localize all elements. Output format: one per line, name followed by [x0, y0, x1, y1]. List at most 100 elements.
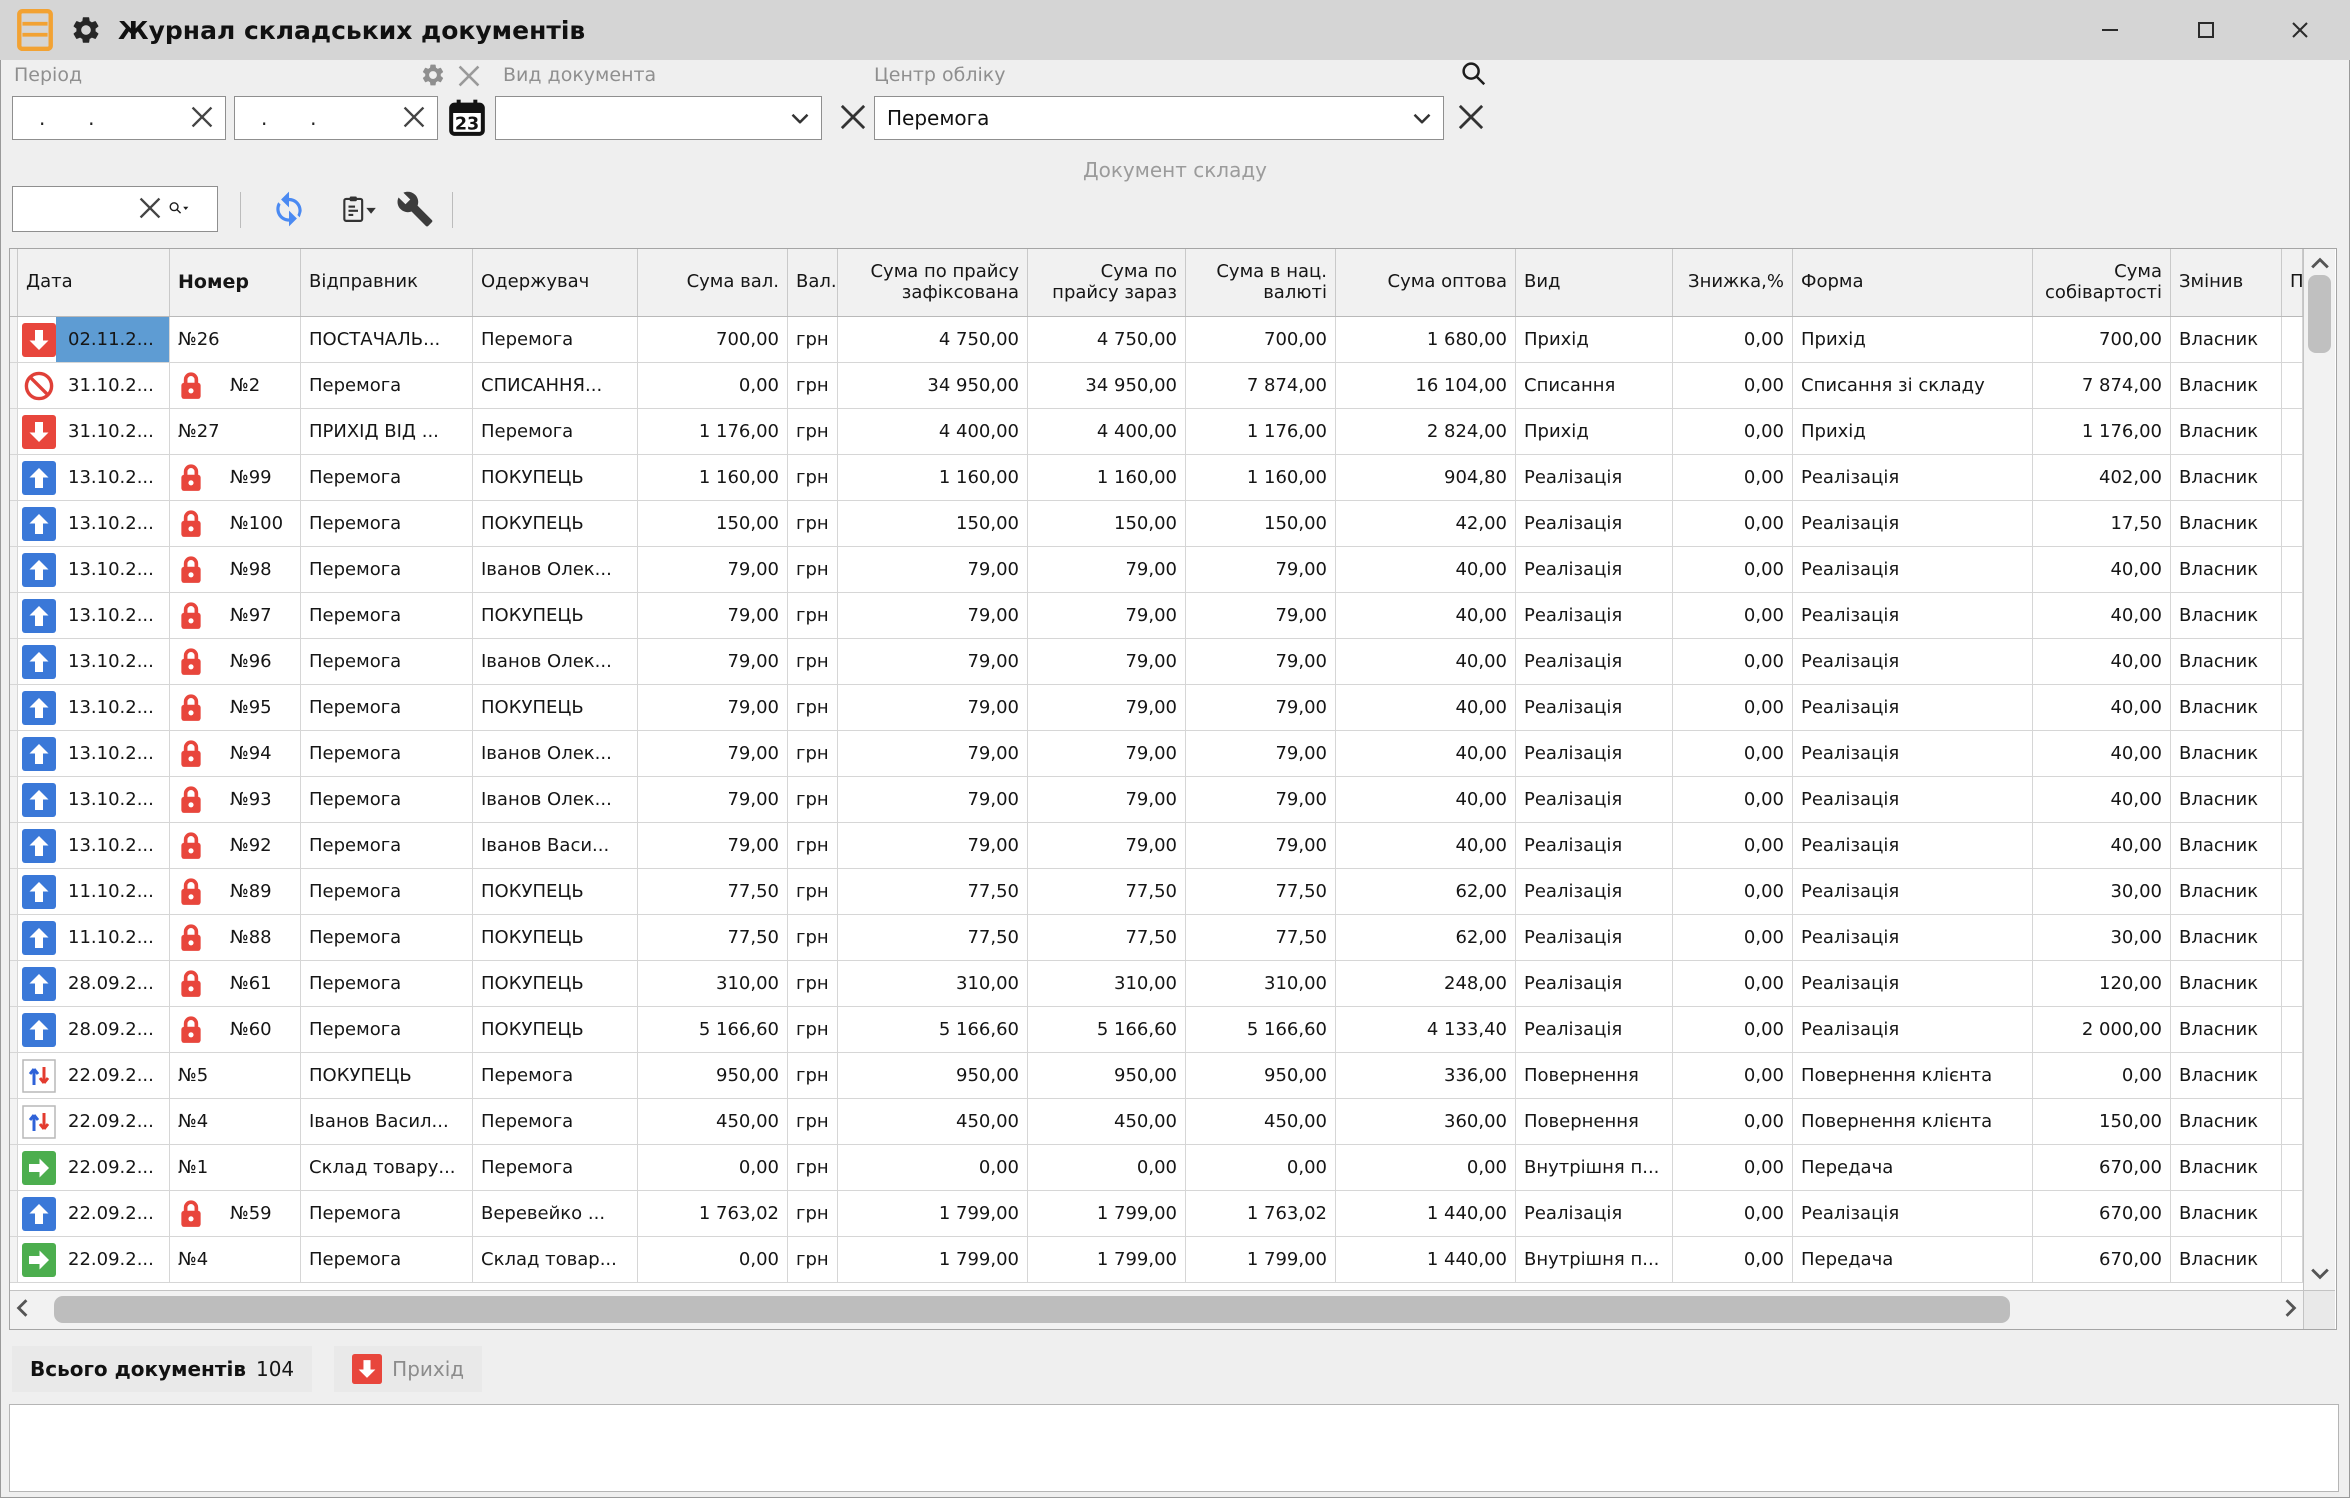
table-row[interactable]: 22.09.2...№1Склад товару...Перемога0,00г…	[10, 1145, 2303, 1191]
outcome-icon	[22, 1013, 56, 1047]
lock-icon	[178, 739, 204, 769]
minimize-button[interactable]	[2086, 8, 2134, 52]
search-clear-icon[interactable]	[139, 197, 163, 221]
search-options-icon[interactable]	[167, 197, 209, 221]
table-row[interactable]: 13.10.2...№98ПеремогаІванов Олек...79,00…	[10, 547, 2303, 593]
table-row[interactable]: 28.09.2...№60ПеремогаПОКУПЕЦЬ5 166,60грн…	[10, 1007, 2303, 1053]
scroll-left-icon[interactable]	[16, 1298, 29, 1323]
column-header-sender[interactable]: Відправник	[301, 249, 473, 316]
date-to-field[interactable]	[234, 96, 438, 140]
table-row[interactable]: 22.09.2...№59ПеремогаВеревейко ...1 763,…	[10, 1191, 2303, 1237]
settings-wrench-icon[interactable]	[394, 188, 436, 230]
cell-receiver: ПОКУПЕЦЬ	[473, 685, 638, 730]
lock-icon	[178, 785, 204, 815]
gear-icon[interactable]	[70, 14, 102, 46]
doc-type-combo[interactable]	[495, 96, 822, 140]
table-row[interactable]: 13.10.2...№95ПеремогаПОКУПЕЦЬ79,00грн79,…	[10, 685, 2303, 731]
column-header-sum_cost[interactable]: Сума собівартості	[2033, 249, 2171, 316]
column-header-kind[interactable]: Вид	[1516, 249, 1673, 316]
cell-sum_cost: 700,00	[2033, 317, 2171, 362]
cell-sum_price_fixed: 79,00	[838, 547, 1028, 592]
cell-discount: 0,00	[1673, 731, 1793, 776]
filter-badge[interactable]: Прихід	[334, 1346, 482, 1392]
table-row[interactable]: 11.10.2...№89ПеремогаПОКУПЕЦЬ77,50грн77,…	[10, 869, 2303, 915]
table-row[interactable]: 13.10.2...№94ПеремогаІванов Олек...79,00…	[10, 731, 2303, 777]
scroll-down-icon[interactable]	[2309, 1265, 2330, 1284]
cell-changed_by: Власник	[2171, 869, 2282, 914]
table-row[interactable]: 22.09.2...№5ПОКУПЕЦЬПеремога950,00грн950…	[10, 1053, 2303, 1099]
quick-search-field[interactable]	[12, 186, 218, 232]
cell-sum_currency: 79,00	[638, 639, 788, 684]
column-header-sum_currency[interactable]: Сума вал.	[638, 249, 788, 316]
column-header-p[interactable]: П	[2282, 249, 2303, 316]
date-to-clear-icon[interactable]	[403, 106, 427, 130]
table-row[interactable]: 13.10.2...№92ПеремогаІванов Васи...79,00…	[10, 823, 2303, 869]
date-from-clear-icon[interactable]	[191, 106, 215, 130]
refresh-icon[interactable]	[268, 188, 310, 230]
horizontal-scroll-thumb[interactable]	[54, 1296, 2010, 1323]
cell-sum_price_now: 77,50	[1028, 869, 1186, 914]
vertical-scroll-thumb[interactable]	[2308, 275, 2331, 353]
table-row[interactable]: 02.11.2...№26ПОСТАЧАЛЬ...Перемога700,00г…	[10, 317, 2303, 363]
column-header-date[interactable]: Дата	[18, 249, 170, 316]
date-from-field[interactable]	[12, 96, 226, 140]
table-row[interactable]: 13.10.2...№96ПеремогаІванов Олек...79,00…	[10, 639, 2303, 685]
column-header-label: Сума собівартості	[2041, 262, 2162, 303]
cell-receiver: ПОКУПЕЦЬ	[473, 869, 638, 914]
table-row[interactable]: 13.10.2...№100ПеремогаПОКУПЕЦЬ150,00грн1…	[10, 501, 2303, 547]
vertical-scrollbar[interactable]	[2303, 249, 2335, 1329]
chevron-down-icon[interactable]	[1413, 109, 1431, 128]
column-header-receiver[interactable]: Одержувач	[473, 249, 638, 316]
column-header-changed_by[interactable]: Змінив	[2171, 249, 2282, 316]
column-header-sum_wholesale[interactable]: Сума оптова	[1336, 249, 1516, 316]
horizontal-scrollbar[interactable]	[10, 1290, 2303, 1329]
center-combo[interactable]: Перемога	[874, 96, 1444, 140]
cell-sum_cost: 670,00	[2033, 1145, 2171, 1190]
table-row[interactable]: 13.10.2...№99ПеремогаПОКУПЕЦЬ1 160,00грн…	[10, 455, 2303, 501]
cell-sum_price_fixed: 1 799,00	[838, 1191, 1028, 1236]
maximize-button[interactable]	[2182, 8, 2230, 52]
lock-icon	[178, 1015, 204, 1045]
center-search-icon[interactable]	[1458, 58, 1488, 88]
num-text: №100	[230, 513, 283, 534]
table-row[interactable]: 31.10.2...№2ПеремогаСПИСАННЯ...0,00грн34…	[10, 363, 2303, 409]
lock-icon	[178, 371, 204, 401]
cell-form: Реалізація	[1793, 593, 2033, 638]
cell-sum_cost: 30,00	[2033, 869, 2171, 914]
column-header-sum_price_now[interactable]: Сума по прайсу зараз	[1028, 249, 1186, 316]
column-header-sum_national[interactable]: Сума в нац. валюті	[1186, 249, 1336, 316]
table-row[interactable]: 11.10.2...№88ПеремогаПОКУПЕЦЬ77,50грн77,…	[10, 915, 2303, 961]
scroll-up-icon[interactable]	[2309, 255, 2330, 274]
cell-receiver: Перемога	[473, 1099, 638, 1144]
table-row[interactable]: 31.10.2...№27ПРИХІД ВІД ...Перемога1 176…	[10, 409, 2303, 455]
period-clear-icon[interactable]	[458, 65, 480, 87]
cell-sum_wholesale: 2 824,00	[1336, 409, 1516, 454]
search-input[interactable]	[17, 187, 141, 233]
outcome-icon	[22, 691, 56, 725]
center-clear-icon[interactable]	[1458, 104, 1484, 130]
period-settings-gear-icon[interactable]	[420, 62, 446, 88]
column-header-form[interactable]: Форма	[1793, 249, 2033, 316]
column-header-discount[interactable]: Знижка,%	[1673, 249, 1793, 316]
column-header-currency[interactable]: Вал.	[788, 249, 838, 316]
column-header-sum_price_fixed[interactable]: Сума по прайсу зафіксована	[838, 249, 1028, 316]
cell-sum_currency: 1 176,00	[638, 409, 788, 454]
table-row[interactable]: 13.10.2...№93ПеремогаІванов Олек...79,00…	[10, 777, 2303, 823]
table-row[interactable]: 22.09.2...№4Іванов Васил...Перемога450,0…	[10, 1099, 2303, 1145]
doc-type-clear-icon[interactable]	[840, 104, 866, 130]
column-header-label: Сума в нац. валюті	[1194, 262, 1327, 303]
table-row[interactable]: 28.09.2...№61ПеремогаПОКУПЕЦЬ310,00грн31…	[10, 961, 2303, 1007]
column-header-num[interactable]: Номер	[170, 249, 301, 316]
cell-sender: Іванов Васил...	[301, 1099, 473, 1144]
cell-form: Передача	[1793, 1145, 2033, 1190]
scroll-right-icon[interactable]	[2284, 1298, 2297, 1323]
chevron-down-icon[interactable]	[791, 109, 809, 128]
num-text: №96	[230, 651, 272, 672]
table-row[interactable]: 13.10.2...№97ПеремогаПОКУПЕЦЬ79,00грн79,…	[10, 593, 2303, 639]
calendar-icon[interactable]: 23	[447, 97, 487, 139]
cell-sum_price_fixed: 79,00	[838, 685, 1028, 730]
cell-p	[2282, 455, 2303, 500]
table-row[interactable]: 22.09.2...№4ПеремогаСклад товар...0,00гр…	[10, 1237, 2303, 1283]
close-button[interactable]	[2276, 8, 2324, 52]
report-clipboard-icon[interactable]	[330, 188, 386, 230]
